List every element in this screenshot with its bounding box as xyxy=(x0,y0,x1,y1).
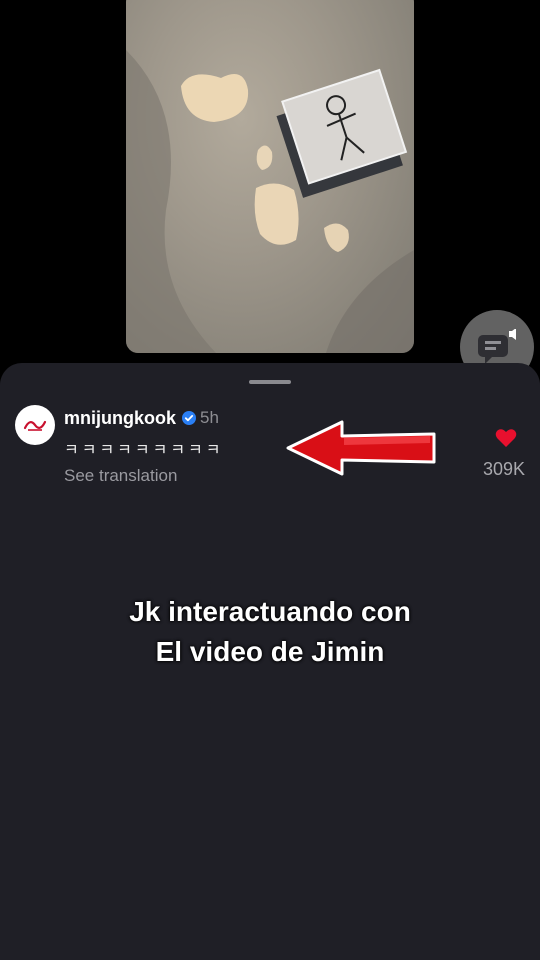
see-translation-link[interactable]: See translation xyxy=(64,466,177,486)
sheet-drag-handle[interactable] xyxy=(249,380,291,384)
username[interactable]: mnijungkook xyxy=(64,408,176,429)
verified-badge-icon xyxy=(182,411,196,425)
avatar-logo-icon xyxy=(23,420,47,431)
paper-note-stickman xyxy=(276,68,408,198)
avatar[interactable] xyxy=(15,405,55,445)
video-thumbnail[interactable] xyxy=(126,0,414,353)
video-scene xyxy=(126,50,414,353)
comment-header: mnijungkook 5h xyxy=(64,406,219,430)
overlay-caption: Jk interactuando con El video de Jimin xyxy=(0,592,540,672)
like-count: 309K xyxy=(482,459,526,479)
caption-line-1: Jk interactuando con xyxy=(129,596,411,627)
comment-body: ㅋㅋㅋㅋㅋㅋㅋㅋㅋ xyxy=(64,442,224,459)
heart-icon[interactable] xyxy=(495,428,517,448)
speaker-chat-icon xyxy=(478,329,516,364)
red-arrow-annotation xyxy=(286,420,436,476)
caption-line-2: El video de Jimin xyxy=(155,636,385,667)
comment-timestamp: 5h xyxy=(200,408,219,427)
